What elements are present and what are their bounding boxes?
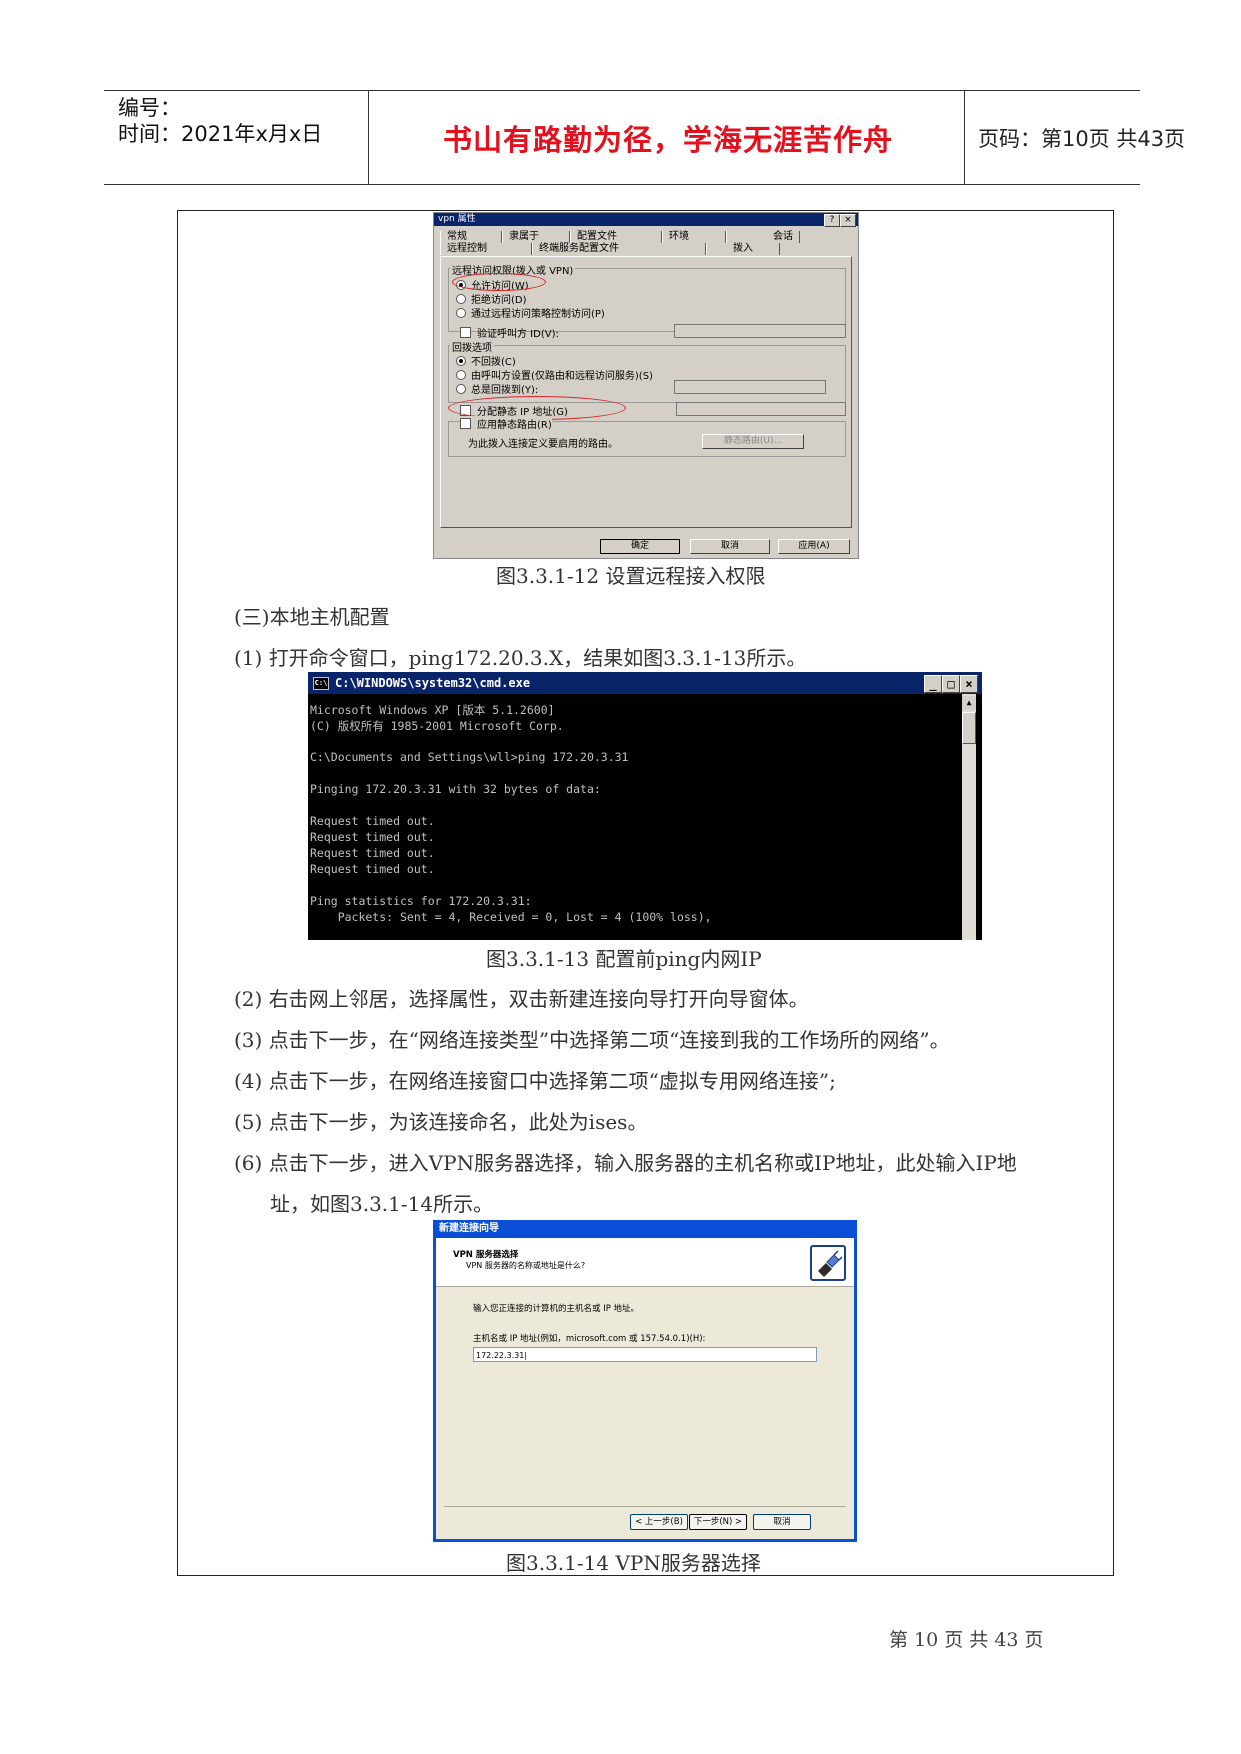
help-icon[interactable]: ? (824, 214, 840, 227)
dialog-titlebar: vpn 属性 (434, 213, 858, 226)
tab-profile[interactable]: 配置文件 (570, 231, 662, 243)
radio-caller-set[interactable]: 由呼叫方设置(仅路由和远程访问服务)(S) (456, 367, 653, 382)
callback-label: 回拨选项 (450, 339, 494, 354)
section-title: (三)本地主机配置 (234, 605, 390, 629)
step-6-line-2: 址，如图3.3.1-14所示。 (270, 1192, 494, 1216)
cmd-line: Request timed out. (310, 862, 435, 876)
radio-no-callback[interactable]: 不回拨(C) (456, 353, 516, 368)
cmd-icon: C:\ (313, 677, 329, 690)
close-icon[interactable]: × (960, 675, 978, 693)
callback-number-field[interactable] (674, 380, 826, 394)
vpn-properties-dialog: vpn 属性 ? × 常规 隶属于 配置文件 环境 会话 远程控制 终端服务配置… (433, 212, 859, 559)
tab-row-2: 远程控制 终端服务配置文件 拨入 (440, 243, 780, 255)
cmd-line: Packets: Sent = 4, Received = 0, Lost = … (310, 910, 712, 924)
wizard-divider (444, 1506, 846, 1507)
cmd-title: C:\WINDOWS\system32\cmd.exe (335, 676, 531, 690)
dialog-title: vpn 属性 (438, 214, 476, 224)
step-4: (4) 点击下一步，在网络连接窗口中选择第二项“虚拟专用网络连接”; (234, 1069, 836, 1093)
wizard-title: 新建连接向导 (439, 1223, 499, 1234)
cmd-line: Microsoft Windows XP [版本 5.1.2600] (310, 703, 555, 717)
cmd-line: Request timed out. (310, 830, 435, 844)
check-static-route[interactable]: 应用静态路由(R) (460, 416, 552, 431)
radio-icon (456, 369, 466, 380)
wizard-heading: VPN 服务器选择 (453, 1250, 519, 1260)
new-connection-wizard: 新建连接向导 VPN 服务器选择 VPN 服务器的名称或地址是什么? 输入您正连… (433, 1220, 857, 1542)
step-6-line-1: (6) 点击下一步，进入VPN服务器选择，输入服务器的主机名称或IP地址，此处输… (234, 1151, 1017, 1175)
cmd-line: Pinging 172.20.3.31 with 32 bytes of dat… (310, 782, 601, 796)
cmd-window: C:\ C:\WINDOWS\system32\cmd.exe _ □ × Mic… (308, 672, 982, 940)
tab-row-1: 常规 隶属于 配置文件 环境 会话 (440, 231, 800, 243)
motto: 书山有路勤为径，学海无涯苦作舟 (442, 122, 893, 157)
header-divider (368, 91, 369, 184)
cancel-button[interactable]: 取消 (690, 539, 770, 554)
cancel-button[interactable]: 取消 (753, 1514, 811, 1530)
cmd-output: Microsoft Windows XP [版本 5.1.2600] (C) 版… (308, 694, 962, 940)
minimize-icon[interactable]: _ (924, 675, 942, 693)
caller-id-field[interactable] (674, 324, 846, 338)
route-description: 为此拨入连接定义要启用的路由。 (468, 439, 618, 450)
static-routes-button[interactable]: 静态路由(U)... (702, 434, 804, 449)
wizard-titlebar: 新建连接向导 (433, 1220, 857, 1238)
check-verify-caller-id[interactable]: 验证呼叫方 ID(V): (460, 325, 559, 340)
cmd-line: Request timed out. (310, 814, 435, 828)
wizard-body: VPN 服务器选择 VPN 服务器的名称或地址是什么? 输入您正连接的计算机的主… (436, 1238, 854, 1539)
next-button[interactable]: 下一步(N) > (689, 1514, 747, 1530)
figure-caption-12: 图3.3.1-12 设置远程接入权限 (496, 564, 766, 588)
tab-member-of[interactable]: 隶属于 (502, 231, 570, 243)
step-5: (5) 点击下一步，为该连接命名，此处为ises。 (234, 1110, 648, 1134)
cmd-scrollbar[interactable]: ▲ (962, 694, 976, 940)
cmd-line: Request timed out. (310, 846, 435, 860)
static-ip-field[interactable] (676, 402, 846, 416)
tab-terminal-services-profile[interactable]: 终端服务配置文件 (532, 243, 706, 255)
radio-icon (456, 293, 466, 304)
cmd-line: Ping statistics for 172.20.3.31: (310, 894, 532, 908)
tab-remote-control[interactable]: 远程控制 (440, 243, 532, 255)
wizard-prompt: 输入您正连接的计算机的主机名或 IP 地址。 (473, 1304, 640, 1314)
cmd-line: C:\Documents and Settings\wll>ping 172.2… (310, 750, 629, 764)
cmd-line: (C) 版权所有 1985-2001 Microsoft Corp. (310, 719, 564, 733)
radio-always-callback[interactable]: 总是回拨到(Y): (456, 381, 538, 396)
highlight-ellipse (452, 273, 546, 291)
host-address-input[interactable]: 172.22.3.31| (473, 1347, 817, 1362)
step-2: (2) 右击网上邻居，选择属性，双击新建连接向导打开向导窗体。 (234, 987, 809, 1011)
tab-general[interactable]: 常规 (440, 231, 502, 243)
radio-deny-access[interactable]: 拒绝访问(D) (456, 291, 527, 306)
radio-icon (456, 383, 466, 394)
apply-button[interactable]: 应用(A) (778, 539, 850, 554)
tab-sessions[interactable]: 会话 (726, 231, 800, 243)
number-label: 编号： (118, 96, 181, 120)
figure-caption-13: 图3.3.1-13 配置前ping内网IP (486, 947, 762, 971)
scroll-up-icon[interactable]: ▲ (962, 696, 976, 710)
wizard-header: VPN 服务器选择 VPN 服务器的名称或地址是什么? (436, 1238, 854, 1287)
page-footer: 第 10 页 共 43 页 (889, 1629, 1044, 1651)
radio-icon (456, 307, 466, 318)
ok-button[interactable]: 确定 (600, 539, 680, 554)
scroll-thumb[interactable] (962, 712, 976, 744)
wizard-subheading: VPN 服务器的名称或地址是什么? (466, 1261, 586, 1270)
tab-dial-in[interactable]: 拨入 (706, 243, 780, 255)
page-label: 页码：第10页 共43页 (978, 126, 1186, 151)
tab-environment[interactable]: 环境 (662, 231, 726, 243)
back-button[interactable]: < 上一步(B) (630, 1514, 688, 1530)
radio-policy-access[interactable]: 通过远程访问策略控制访问(P) (456, 305, 605, 320)
maximize-icon[interactable]: □ (942, 675, 960, 693)
step-1: (1) 打开命令窗口，ping172.20.3.X，结果如图3.3.1-13所示… (234, 646, 807, 670)
step-3: (3) 点击下一步，在“网络连接类型”中选择第二项“连接到我的工作场所的网络”。 (234, 1028, 950, 1052)
checkbox-icon (460, 418, 471, 429)
radio-selected-icon (456, 355, 466, 366)
host-field-label: 主机名或 IP 地址(例如，microsoft.com 或 157.54.0.1… (473, 1334, 706, 1344)
close-icon[interactable]: × (840, 214, 856, 227)
header-divider (964, 91, 965, 184)
header-left-cell: 编号： 时间：2021年x月x日 (118, 91, 370, 184)
checkbox-icon (460, 327, 471, 338)
figure-caption-14: 图3.3.1-14 VPN服务器选择 (506, 1551, 761, 1575)
cmd-titlebar: C:\ C:\WINDOWS\system32\cmd.exe (308, 672, 982, 694)
page-header: 编号： 时间：2021年x月x日 书山有路勤为径，学海无涯苦作舟 页码：第10页… (104, 90, 1185, 185)
network-plug-icon (810, 1245, 846, 1281)
time-label: 时间：2021年x月x日 (118, 122, 323, 146)
